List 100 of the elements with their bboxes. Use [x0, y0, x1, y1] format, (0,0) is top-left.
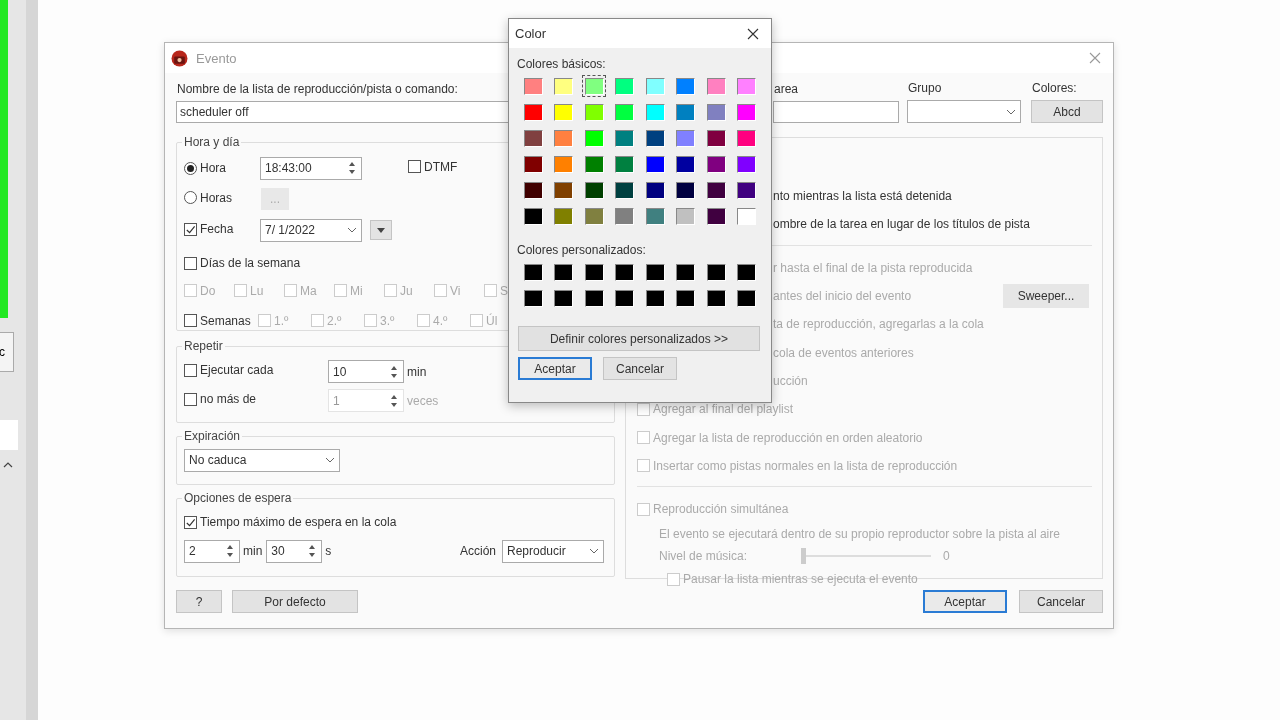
color-swatch[interactable]: [612, 101, 637, 123]
color-swatch[interactable]: [704, 205, 728, 227]
color-swatch[interactable]: [612, 287, 637, 309]
color-swatch[interactable]: [551, 287, 576, 309]
ok-button[interactable]: Aceptar: [923, 590, 1007, 613]
dropdown[interactable]: No caduca: [184, 448, 340, 472]
checkbox[interactable]: [184, 256, 197, 270]
color-swatch[interactable]: [704, 287, 728, 309]
side-button[interactable]: c: [0, 332, 14, 372]
color-swatch[interactable]: [734, 153, 759, 175]
color-swatch[interactable]: [582, 205, 606, 227]
color-swatch[interactable]: [612, 205, 637, 227]
color-swatch[interactable]: [643, 261, 667, 283]
checkbox[interactable]: [184, 222, 197, 236]
color-sample-button[interactable]: Abcd: [1031, 100, 1103, 123]
color-swatch[interactable]: [643, 179, 667, 201]
color-swatch[interactable]: [521, 101, 545, 123]
color-swatch[interactable]: [734, 205, 759, 227]
color-swatch[interactable]: [673, 75, 698, 97]
color-swatch[interactable]: [582, 127, 606, 149]
color-swatch[interactable]: [551, 101, 576, 123]
task-field[interactable]: [773, 101, 899, 123]
color-swatch[interactable]: [521, 261, 545, 283]
color-swatch[interactable]: [582, 101, 606, 123]
checkbox[interactable]: [184, 363, 197, 377]
checkbox-label: Semanas: [200, 313, 251, 328]
color-swatch[interactable]: [612, 261, 637, 283]
checkbox[interactable]: [184, 314, 197, 328]
color-swatch[interactable]: [673, 261, 698, 283]
spin-field[interactable]: 2: [184, 539, 240, 563]
spin-field[interactable]: 10: [328, 360, 404, 383]
color-swatch[interactable]: [612, 179, 637, 201]
radio-button[interactable]: [184, 161, 197, 175]
color-swatch[interactable]: [551, 127, 576, 149]
color-swatch[interactable]: [643, 205, 667, 227]
color-swatch[interactable]: [704, 179, 728, 201]
color-swatch[interactable]: [734, 127, 759, 149]
color-swatch[interactable]: [643, 153, 667, 175]
help-button[interactable]: ?: [176, 590, 222, 613]
color-swatch[interactable]: [734, 287, 759, 309]
color-swatch[interactable]: [643, 127, 667, 149]
color-swatch[interactable]: [673, 153, 698, 175]
checkbox-label: 3.º: [380, 313, 395, 328]
caret-down-icon: [377, 227, 385, 233]
radio-button[interactable]: [184, 191, 197, 205]
checkbox[interactable]: [408, 160, 421, 174]
color-swatch[interactable]: [612, 75, 637, 97]
color-swatch[interactable]: [673, 127, 698, 149]
cancel-button[interactable]: Cancelar: [603, 357, 677, 380]
color-swatch[interactable]: [582, 179, 606, 201]
color-swatch[interactable]: [704, 75, 728, 97]
close-icon[interactable]: [747, 27, 759, 40]
color-swatch[interactable]: [612, 153, 637, 175]
color-swatch[interactable]: [551, 75, 576, 97]
option-label: ucción: [773, 373, 808, 388]
default-button[interactable]: Por defecto: [232, 590, 358, 613]
checkbox-label: 1.º: [274, 313, 289, 328]
color-swatch[interactable]: [704, 127, 728, 149]
color-swatch[interactable]: [734, 75, 759, 97]
color-swatch[interactable]: [521, 179, 545, 201]
caret-up-icon[interactable]: [3, 462, 13, 468]
color-swatch[interactable]: [521, 287, 545, 309]
define-colors-button[interactable]: Definir colores personalizados >>: [518, 326, 760, 351]
slider-thumb[interactable]: [801, 548, 806, 565]
color-swatch[interactable]: [643, 75, 667, 97]
color-swatch[interactable]: [551, 205, 576, 227]
color-swatch[interactable]: [551, 261, 576, 283]
color-swatch[interactable]: [551, 179, 576, 201]
calendar-button[interactable]: [370, 220, 392, 240]
color-swatch[interactable]: [612, 127, 637, 149]
ok-button[interactable]: Aceptar: [518, 357, 592, 380]
color-swatch[interactable]: [643, 101, 667, 123]
color-swatch[interactable]: [551, 153, 576, 175]
color-swatch[interactable]: [521, 75, 545, 97]
color-swatch[interactable]: [582, 261, 606, 283]
color-swatch[interactable]: [521, 153, 545, 175]
dropdown[interactable]: Reproducir: [502, 539, 604, 563]
color-swatch[interactable]: [704, 153, 728, 175]
cancel-button[interactable]: Cancelar: [1019, 590, 1103, 613]
color-swatch[interactable]: [673, 179, 698, 201]
dropdown[interactable]: 7/ 1/2022: [260, 218, 362, 242]
color-swatch[interactable]: [521, 205, 545, 227]
color-swatch[interactable]: [521, 127, 545, 149]
color-swatch[interactable]: [673, 205, 698, 227]
color-swatch[interactable]: [734, 179, 759, 201]
color-swatch[interactable]: [734, 261, 759, 283]
color-swatch[interactable]: [673, 287, 698, 309]
color-swatch[interactable]: [704, 101, 728, 123]
slider-label: Nivel de música:: [659, 549, 749, 564]
color-swatch[interactable]: [643, 287, 667, 309]
color-swatch[interactable]: [582, 287, 606, 309]
option-label: ta de reproducción, agregarlas a la cola: [773, 317, 984, 332]
color-swatch[interactable]: [734, 101, 759, 123]
spin-field[interactable]: 30: [266, 539, 323, 563]
color-swatch[interactable]: [582, 75, 606, 97]
checkbox[interactable]: [184, 515, 197, 529]
color-swatch[interactable]: [673, 101, 698, 123]
color-swatch[interactable]: [704, 261, 728, 283]
color-swatch[interactable]: [582, 153, 606, 175]
spin-field[interactable]: 18:43:00: [260, 156, 362, 180]
